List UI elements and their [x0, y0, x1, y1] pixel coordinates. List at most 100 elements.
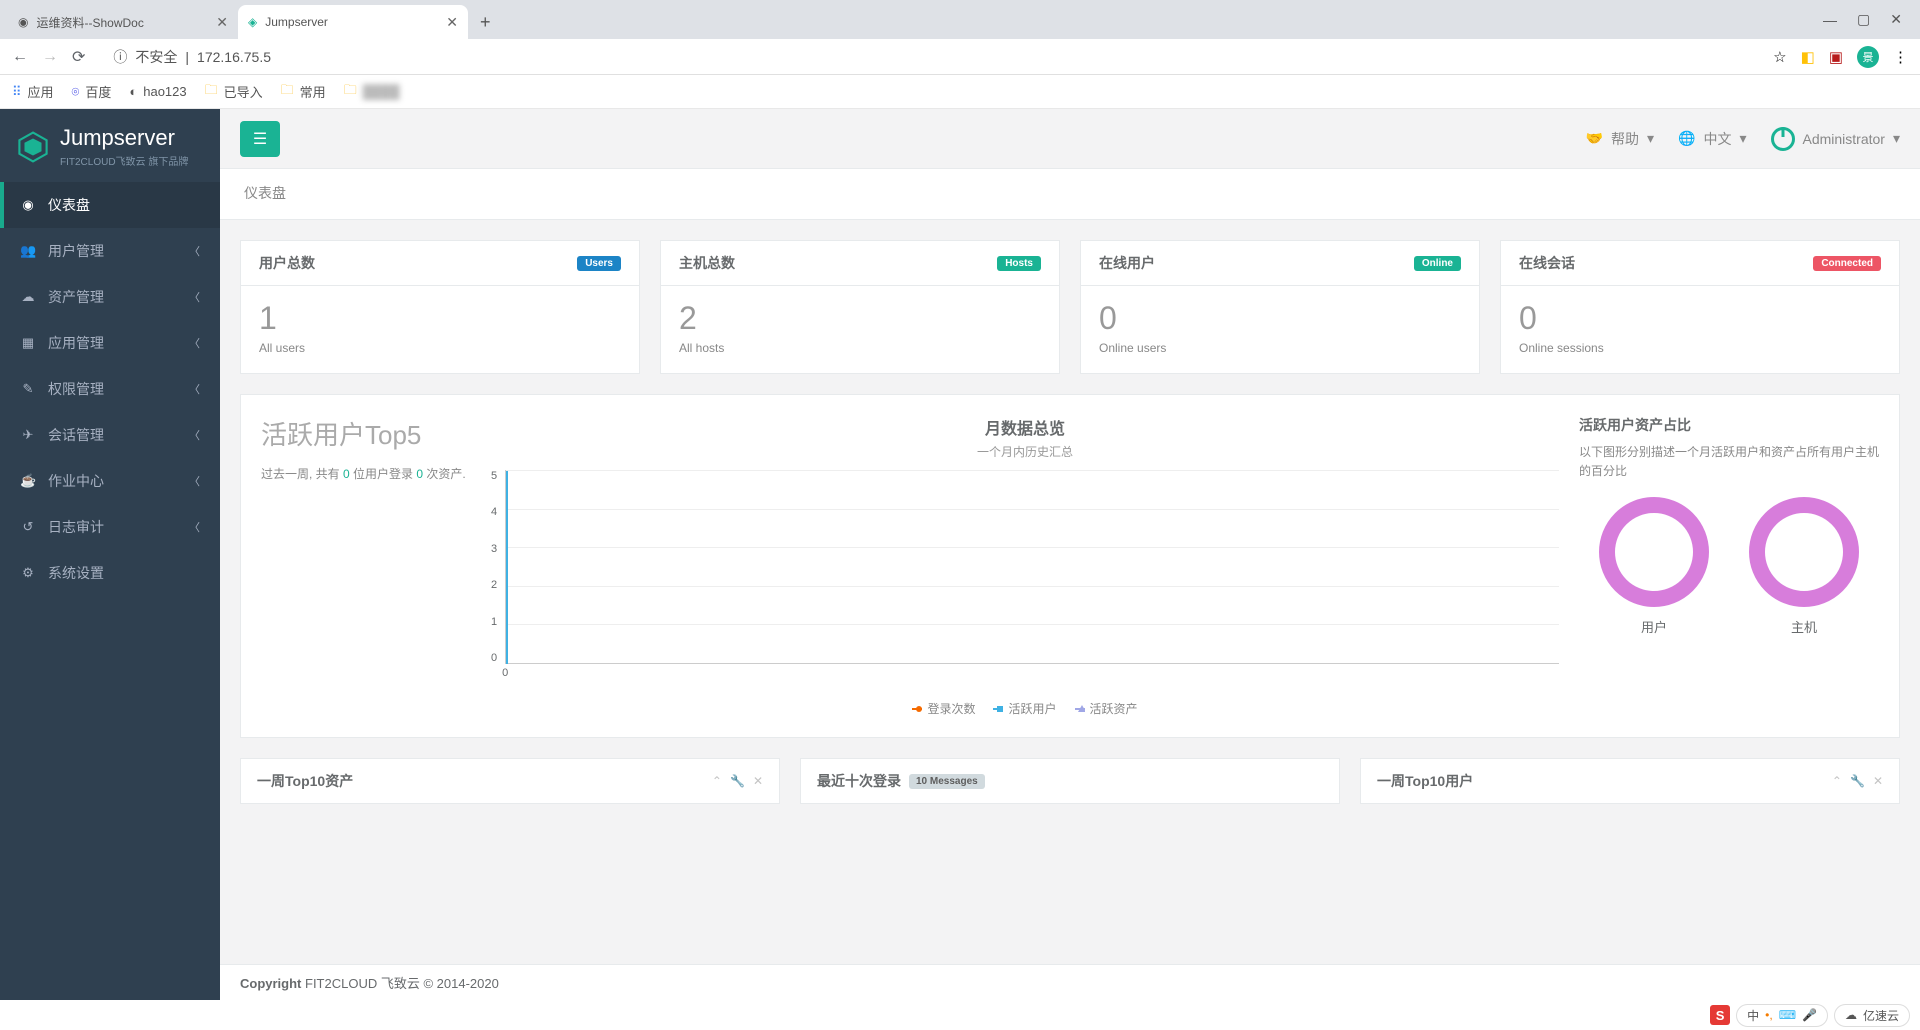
bm-baidu[interactable]: ⌾百度 [72, 82, 112, 101]
sidebar-item-4[interactable]: ✎权限管理〈 [0, 366, 220, 412]
top5-title: 活跃用户Top5 [261, 415, 471, 452]
sidebar-item-5[interactable]: ✈会话管理〈 [0, 412, 220, 458]
sidebar-item-6[interactable]: ☕作业中心〈 [0, 458, 220, 504]
card-title: 一周Top10资产 [257, 771, 353, 791]
tab-title: 运维资料--ShowDoc [36, 14, 143, 31]
menu-icon: ☕ [20, 473, 36, 489]
menu-icon: ✎ [20, 381, 36, 397]
ratio-title: 活跃用户资产占比 [1579, 415, 1879, 435]
bm-blurred[interactable]: 🗀████ [344, 81, 400, 103]
address-bar: ← → ⟳ ⓘ 不安全 | 172.16.75.5 ☆ ◧ ▣ 景 ⋮ [0, 39, 1920, 75]
help-link[interactable]: 🤝帮助▾ [1586, 129, 1654, 149]
stat-title: 在线用户 [1099, 253, 1155, 273]
close-icon[interactable]: ✕ [753, 774, 763, 788]
chevron-left-icon: 〈 [189, 519, 200, 535]
minimize-icon[interactable]: — [1823, 12, 1837, 28]
close-icon[interactable]: ✕ [216, 14, 228, 31]
wrench-icon[interactable]: 🔧 [730, 774, 745, 788]
stat-subtitle: Online sessions [1519, 341, 1881, 355]
legend-item[interactable]: 登录次数 [912, 700, 975, 717]
forward-icon[interactable]: → [42, 48, 58, 66]
menu-icon: ◉ [20, 197, 36, 213]
bookmarks-bar: ⠿应用 ⌾百度 ◐hao123 🗀已导入 🗀常用 🗀████ [0, 75, 1920, 109]
main: ☰ 🤝帮助▾ 🌐中文▾ Administrator▾ 仪表盘 用户总数Users… [220, 109, 1920, 1000]
url-field[interactable]: ⓘ 不安全 | 172.16.75.5 [99, 43, 1759, 71]
sidebar-item-8[interactable]: ⚙系统设置 [0, 550, 220, 596]
menu-label: 用户管理 [48, 241, 104, 261]
menu-label: 日志审计 [48, 517, 104, 537]
bm-imported[interactable]: 🗀已导入 [205, 81, 263, 103]
sidebar-item-0[interactable]: ◉ 仪表盘 [0, 182, 220, 228]
bm-hao123[interactable]: ◐hao123 [129, 84, 186, 99]
star-icon[interactable]: ☆ [1773, 48, 1786, 66]
menu-icon[interactable]: ⋮ [1893, 48, 1908, 66]
topbar: ☰ 🤝帮助▾ 🌐中文▾ Administrator▾ [220, 109, 1920, 169]
lang-select[interactable]: 🌐中文▾ [1678, 129, 1746, 149]
profile-avatar[interactable]: 景 [1857, 46, 1879, 68]
os-taskbar: S 中 •,⌨🎤 ☁亿速云 [1700, 1000, 1920, 1030]
wrench-icon[interactable]: 🔧 [1850, 774, 1865, 788]
menu-icon: 👥 [20, 243, 36, 259]
back-icon[interactable]: ← [12, 48, 28, 66]
stat-card-0: 用户总数Users1All users [240, 240, 640, 374]
chevron-icon[interactable]: ⌃ [1832, 774, 1842, 788]
info-icon: ⓘ [113, 47, 127, 67]
reload-icon[interactable]: ⟳ [72, 47, 85, 67]
new-tab-button[interactable]: + [468, 5, 503, 39]
menu-label: 应用管理 [48, 333, 104, 353]
menu-label: 仪表盘 [48, 195, 90, 215]
menu-toggle-button[interactable]: ☰ [240, 121, 280, 157]
maximize-icon[interactable]: ▢ [1857, 11, 1870, 28]
url-text: 172.16.75.5 [197, 49, 271, 65]
message-badge: 10 Messages [909, 774, 985, 789]
donut-hosts: 主机 [1749, 497, 1859, 636]
bm-common[interactable]: 🗀常用 [281, 81, 326, 103]
chevron-left-icon: 〈 [189, 473, 200, 489]
card-top10-assets: 一周Top10资产 ⌃ 🔧 ✕ [240, 758, 780, 804]
donut-chart [1599, 497, 1709, 607]
sogou-icon[interactable]: S [1710, 1005, 1730, 1025]
sidebar-item-2[interactable]: ☁资产管理〈 [0, 274, 220, 320]
stat-title: 主机总数 [679, 253, 735, 273]
sidebar-item-7[interactable]: ↺ 日志审计 〈 [0, 504, 220, 550]
brand-title: Jumpserver [60, 125, 188, 151]
ext-icon-1[interactable]: ◧ [1801, 48, 1815, 66]
stat-value: 1 [259, 300, 621, 337]
menu-icon: ☁ [20, 289, 36, 305]
stat-badge: Connected [1813, 256, 1881, 271]
stat-title: 用户总数 [259, 253, 315, 273]
legend-item[interactable]: 活跃资产 [1075, 700, 1138, 717]
monthly-sub: 一个月内历史汇总 [491, 443, 1559, 460]
stat-badge: Online [1414, 256, 1461, 271]
stat-value: 0 [1519, 300, 1881, 337]
close-icon[interactable]: ✕ [1890, 11, 1902, 28]
panel-monthly: 月数据总览 一个月内历史汇总 543210 0 登录次数 活跃用户 活跃资产 [491, 415, 1559, 717]
close-icon[interactable]: ✕ [446, 14, 458, 31]
cloud-icon: ☁ [1845, 1008, 1857, 1022]
ime-status[interactable]: 中 •,⌨🎤 [1736, 1004, 1828, 1027]
bm-label: 常用 [300, 82, 326, 101]
chevron-icon[interactable]: ⌃ [712, 774, 722, 788]
tab-jumpserver[interactable]: ◈ Jumpserver ✕ [238, 5, 468, 39]
bm-label: 百度 [85, 82, 111, 101]
close-icon[interactable]: ✕ [1873, 774, 1883, 788]
tab-showdoc[interactable]: ◉ 运维资料--ShowDoc ✕ [8, 5, 238, 39]
sidebar-item-3[interactable]: ▦应用管理〈 [0, 320, 220, 366]
donut-users: 用户 [1599, 497, 1709, 636]
chevron-down-icon: ▾ [1893, 130, 1900, 147]
stat-title: 在线会话 [1519, 253, 1575, 273]
panel-ratio: 活跃用户资产占比 以下图形分别描述一个月活跃用户和资产占所有用户主机的百分比 用… [1579, 415, 1879, 717]
legend-item[interactable]: 活跃用户 [993, 700, 1056, 717]
chevron-left-icon: 〈 [189, 243, 200, 259]
sidebar-item-1[interactable]: 👥 用户管理 〈 [0, 228, 220, 274]
menu-icon: ↺ [20, 519, 36, 535]
browser-tabs: ◉ 运维资料--ShowDoc ✕ ◈ Jumpserver ✕ + — ▢ ✕ [0, 0, 1920, 39]
ext-icon-2[interactable]: ▣ [1829, 48, 1843, 66]
menu-icon: ✈ [20, 427, 36, 443]
chevron-down-icon: ▾ [1739, 130, 1746, 147]
chevron-left-icon: 〈 [189, 381, 200, 397]
plot-area: 0 [505, 470, 1559, 664]
cloud-brand[interactable]: ☁亿速云 [1834, 1004, 1910, 1027]
bm-apps[interactable]: ⠿应用 [12, 82, 54, 101]
user-menu[interactable]: Administrator▾ [1771, 127, 1901, 151]
